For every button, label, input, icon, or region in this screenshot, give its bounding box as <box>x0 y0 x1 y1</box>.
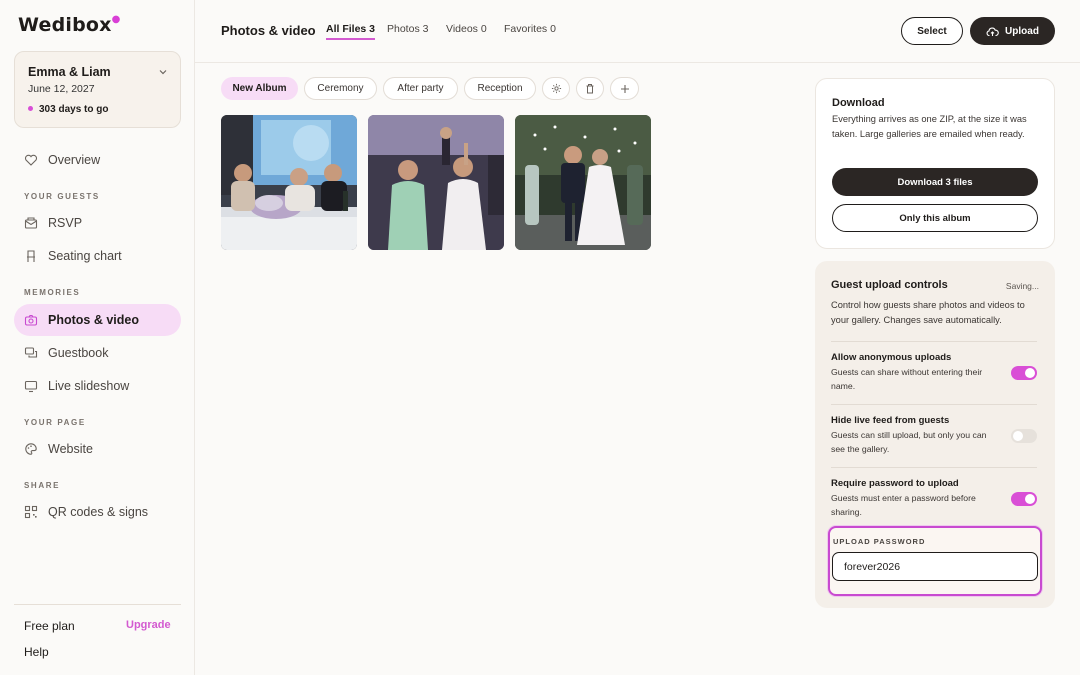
sidebar-label-slideshow: Live slideshow <box>48 379 130 393</box>
option-password-desc: Guests must enter a password before shar… <box>831 493 976 517</box>
countdown-text: 303 days to go <box>39 104 109 115</box>
plan-label: Free plan <box>24 619 75 633</box>
sidebar-item-overview[interactable]: Overview <box>14 144 181 176</box>
chat-bubbles-icon <box>24 346 38 360</box>
option-hide-feed-desc: Guests can still upload, but only you ca… <box>831 430 987 454</box>
upload-password-input[interactable] <box>832 552 1038 581</box>
album-chip-new[interactable]: New Album <box>221 77 298 100</box>
photo-reception-table <box>221 115 357 250</box>
header-divider <box>195 62 1080 63</box>
palette-icon <box>24 442 38 456</box>
tab-favorites[interactable]: Favorites 0 <box>504 23 556 38</box>
option-password-title: Require password to upload <box>831 478 959 489</box>
album-chip-after-party[interactable]: After party <box>383 77 458 100</box>
download-all-button[interactable]: Download 3 files <box>832 168 1038 196</box>
event-name: Emma & Liam <box>28 65 111 79</box>
sidebar-label-rsvp: RSVP <box>48 216 83 230</box>
cloud-upload-icon <box>986 27 999 36</box>
album-settings-button[interactable] <box>542 77 570 100</box>
photo-thumbnail[interactable] <box>515 115 651 250</box>
album-chip-reception[interactable]: Reception <box>464 77 536 100</box>
trash-icon <box>586 84 594 94</box>
toggle-knob <box>1025 494 1035 504</box>
toggle-knob <box>1025 368 1035 378</box>
download-description: Everything arrives as one ZIP, at the si… <box>832 114 1027 139</box>
guest-controls-description: Control how guests share photos and vide… <box>831 300 1025 325</box>
divider <box>831 341 1037 342</box>
help-link[interactable]: Help <box>24 645 49 659</box>
sidebar-item-rsvp[interactable]: RSVP <box>14 207 181 239</box>
tab-videos[interactable]: Videos 0 <box>446 23 487 38</box>
section-your-guests: YOUR GUESTS <box>24 192 100 201</box>
save-status: Saving... <box>1005 281 1039 291</box>
event-date: June 12, 2027 <box>28 83 95 95</box>
sidebar-item-qr[interactable]: QR codes & signs <box>14 496 181 528</box>
toggle-anonymous-uploads[interactable] <box>1011 366 1037 380</box>
section-memories: MEMORIES <box>24 288 81 297</box>
option-anonymous-desc: Guests can share without entering their … <box>831 367 983 391</box>
sidebar-divider <box>14 604 181 605</box>
event-countdown: 303 days to go <box>28 104 108 115</box>
photo-thumbnail[interactable] <box>221 115 357 250</box>
sidebar-label-overview: Overview <box>48 153 101 167</box>
upload-label: Upload <box>1005 25 1039 37</box>
sidebar-item-photos[interactable]: Photos & video <box>14 304 181 336</box>
tab-photos[interactable]: Photos 3 <box>387 23 428 38</box>
divider <box>831 404 1037 405</box>
upload-password-label: UPLOAD PASSWORD <box>833 537 926 546</box>
toggle-hide-live-feed[interactable] <box>1011 429 1037 443</box>
photo-dance-floor <box>368 115 504 250</box>
countdown-dot <box>28 105 33 111</box>
sidebar-item-guestbook[interactable]: Guestbook <box>14 337 181 369</box>
album-add-button[interactable] <box>610 77 639 100</box>
sidebar-item-seating[interactable]: Seating chart <box>14 240 181 272</box>
sidebar-label-qr: QR codes & signs <box>48 505 149 519</box>
gear-icon <box>551 83 561 94</box>
select-button[interactable]: Select <box>901 17 963 45</box>
event-switcher[interactable]: Emma & Liam June 12, 2027 303 days to go <box>14 51 181 128</box>
photo-confetti-exit <box>515 115 651 250</box>
upload-button[interactable]: Upload <box>970 17 1055 45</box>
chair-icon <box>24 249 38 263</box>
section-share: SHARE <box>24 481 61 490</box>
download-panel: Download Everything arrives as one ZIP, … <box>815 78 1055 249</box>
brand-name: Wedibox <box>18 14 112 36</box>
heart-icon <box>24 153 38 167</box>
monitor-icon <box>24 379 38 393</box>
album-chip-ceremony[interactable]: Ceremony <box>304 77 377 100</box>
sidebar: Wedibox● Emma & Liam June 12, 2027 303 d… <box>0 0 195 675</box>
toggle-require-password[interactable] <box>1011 492 1037 506</box>
envelope-icon <box>24 216 38 230</box>
upload-password-group: UPLOAD PASSWORD <box>828 526 1042 596</box>
sidebar-item-slideshow[interactable]: Live slideshow <box>14 370 181 402</box>
sidebar-item-website[interactable]: Website <box>14 433 181 465</box>
sidebar-label-website: Website <box>48 442 93 456</box>
sidebar-label-photos: Photos & video <box>48 313 139 327</box>
tab-all-files[interactable]: All Files 3 <box>326 23 376 40</box>
chevron-down-icon[interactable] <box>158 67 168 77</box>
option-anonymous-title: Allow anonymous uploads <box>831 352 952 363</box>
plus-icon <box>620 84 629 93</box>
logo-dot: ● <box>111 14 121 25</box>
option-hide-feed-title: Hide live feed from guests <box>831 415 950 426</box>
download-title: Download <box>832 97 885 109</box>
guest-controls-title: Guest upload controls <box>831 279 948 291</box>
camera-icon <box>24 313 38 327</box>
toggle-knob <box>1013 431 1023 441</box>
album-delete-button[interactable] <box>576 77 604 100</box>
upgrade-link[interactable]: Upgrade <box>126 619 171 631</box>
divider <box>831 467 1037 468</box>
page-title: Photos & video <box>221 23 316 38</box>
section-your-page: YOUR PAGE <box>24 418 86 427</box>
sidebar-label-guestbook: Guestbook <box>48 346 109 360</box>
brand-logo[interactable]: Wedibox● <box>18 14 121 36</box>
download-album-button[interactable]: Only this album <box>832 204 1038 232</box>
guest-upload-panel: Guest upload controls Saving... Control … <box>815 261 1055 608</box>
photo-thumbnail[interactable] <box>368 115 504 250</box>
qr-code-icon <box>24 505 38 519</box>
sidebar-label-seating: Seating chart <box>48 249 122 263</box>
